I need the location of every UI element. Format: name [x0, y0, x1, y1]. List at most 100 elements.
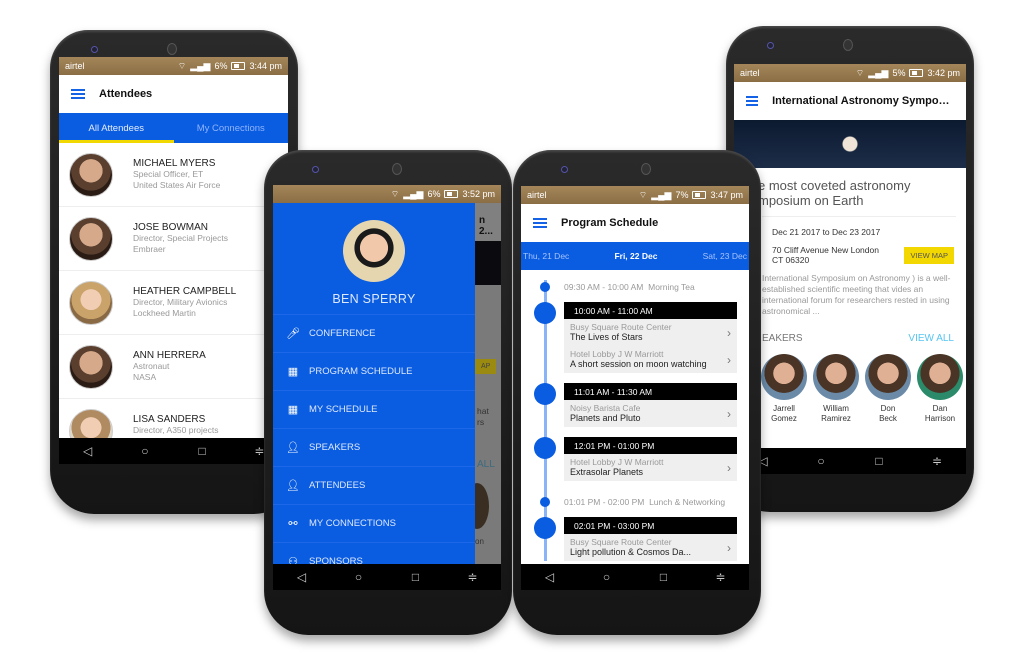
session-item[interactable]: Busy Square Route Center The Lives of Sta… — [564, 319, 737, 346]
battery-percent: 6% — [214, 61, 228, 71]
speaker-first-name: Jarrell — [773, 404, 795, 413]
break-item: 01:01 PM - 02:00 PM Lunch & Networking — [521, 491, 749, 513]
home-button[interactable]: ○ — [597, 570, 617, 584]
session-venue: Busy Square Route Center — [570, 322, 672, 332]
recents-button[interactable]: □ — [654, 570, 674, 584]
tab-sat-23-dec[interactable]: Sat, 23 Dec — [703, 251, 747, 261]
speaker-card[interactable]: Dan Harrison — [916, 354, 964, 424]
menu-icon[interactable] — [71, 89, 85, 99]
avatar — [69, 152, 113, 197]
list-item[interactable]: ANN HERRERA Astronaut NASA — [59, 335, 288, 399]
home-button[interactable]: ○ — [349, 570, 369, 584]
avatar — [69, 344, 113, 389]
user-name: BEN SPERRY — [332, 292, 416, 306]
menu-item-conference[interactable]: 🎤︎ CONFERENCE — [273, 315, 475, 353]
menu-icon[interactable] — [533, 218, 547, 228]
session-item[interactable]: Hotel Lobby J W Marriott A short session … — [564, 346, 737, 373]
view-map-button[interactable]: VIEW MAP — [904, 246, 954, 264]
speaker-card[interactable]: Don Beck — [864, 354, 912, 424]
clock: 3:52 pm — [462, 189, 495, 199]
list-item[interactable]: MICHAEL MYERS Special Officer, ET United S… — [59, 143, 288, 207]
menu-item-speakers[interactable]: 👤︎ SPEAKERS — [273, 429, 475, 467]
speaker-last-name: Ramirez — [821, 414, 851, 423]
speaker-last-name: Harrison — [924, 414, 956, 423]
status-bar: airtel ⌔ ▂▄▆ 7% 3:47 pm — [521, 186, 749, 204]
break-item: 09:30 AM - 10:00 AM Morning Tea — [521, 276, 749, 298]
recents-button[interactable]: □ — [406, 570, 426, 584]
menu-item-program-schedule[interactable]: ▦ PROGRAM SCHEDULE — [273, 353, 475, 391]
notifications-button[interactable]: ≑ — [463, 570, 483, 584]
view-all-link[interactable]: VIEW ALL — [908, 333, 954, 344]
behind-desc-2: rs — [477, 417, 485, 427]
menu-icon[interactable] — [746, 96, 759, 106]
front-camera-icon — [91, 46, 98, 53]
notifications-button[interactable]: ≑ — [927, 454, 947, 468]
behind-hero — [475, 241, 501, 285]
dimmed-background-screen[interactable]: n 2... AP hat rs ALL on — [465, 203, 501, 564]
home-button[interactable]: ○ — [811, 454, 831, 468]
back-button[interactable]: ◁ — [540, 570, 560, 584]
page-title: International Astronomy Symposium 2... — [772, 95, 954, 107]
screen-menu: ⌔ ▂▄▆ 6% 3:52 pm n 2... AP hat rs ALL on BE… — [273, 185, 501, 590]
avatar — [865, 354, 911, 400]
app-bar: Program Schedule — [521, 204, 749, 242]
user-avatar — [343, 220, 405, 282]
speaker-first-name: William — [823, 404, 849, 413]
clock: 3:47 pm — [710, 190, 743, 200]
session-item[interactable]: Hotel Lobby J W Marriott Extrasolar Plane… — [564, 454, 737, 481]
attendee-title: Astronaut — [133, 361, 170, 371]
wifi-icon: ⌔ — [390, 188, 400, 199]
avatar — [917, 354, 963, 400]
attendee-title: Director, A350 projects — [133, 425, 219, 435]
earpiece-icon — [167, 43, 177, 55]
session-item[interactable]: Noisy Barista Cafe Planets and Pluto › — [564, 400, 737, 427]
avatar — [69, 216, 113, 261]
date-tabs: Thu, 21 Dec Fri, 22 Dec Sat, 23 Dec — [521, 242, 749, 270]
schedule-timeline: 09:30 AM - 10:00 AM Morning Tea 10:00 AM… — [521, 270, 749, 561]
recents-button[interactable]: □ — [869, 454, 889, 468]
attendee-org: United States Air Force — [133, 180, 221, 190]
list-item[interactable]: JOSE BOWMAN Director, Special Projects Emb… — [59, 207, 288, 271]
calendar-icon: ▦ — [287, 404, 299, 416]
status-bar: airtel ⌔ ▂▄▆ 5% 3:42 pm — [734, 64, 966, 82]
behind-map-button: AP — [475, 359, 497, 374]
back-button[interactable]: ◁ — [292, 570, 312, 584]
speaker-card[interactable]: William Ramirez — [812, 354, 860, 424]
back-button[interactable]: ◁ — [78, 444, 98, 458]
phone-schedule: airtel ⌔ ▂▄▆ 7% 3:47 pm Program Schedule Th… — [513, 150, 761, 635]
tab-all-attendees[interactable]: All Attendees — [59, 113, 174, 143]
slot-time: 02:01 PM - 03:00 PM — [564, 517, 737, 534]
attendee-org: Embraer — [133, 244, 166, 254]
menu-item-attendees[interactable]: 👤︎ ATTENDEES — [273, 467, 475, 505]
attendee-list: MICHAEL MYERS Special Officer, ET United S… — [59, 143, 288, 463]
tab-thu-21-dec[interactable]: Thu, 21 Dec — [523, 251, 569, 261]
home-button[interactable]: ○ — [135, 444, 155, 458]
clock: 3:42 pm — [927, 68, 960, 78]
battery-icon — [909, 69, 924, 77]
timeline-dot-icon — [540, 282, 550, 292]
recents-button[interactable]: □ — [192, 444, 212, 458]
chevron-right-icon: › — [727, 460, 731, 475]
avatar — [69, 280, 113, 325]
speaker-first-name: Dan — [932, 404, 948, 413]
tab-my-connections[interactable]: My Connections — [174, 113, 289, 143]
attendee-name: MICHAEL MYERS — [133, 158, 216, 169]
page-title: Program Schedule — [561, 217, 659, 229]
menu-item-label: ATTENDEES — [309, 480, 366, 491]
tab-fri-22-dec[interactable]: Fri, 22 Dec — [614, 251, 657, 261]
menu-item-my-connections[interactable]: ⚯ MY CONNECTIONS — [273, 505, 475, 543]
speaker-card[interactable]: Jarrell Gomez — [760, 354, 808, 424]
person-icon: 👤︎ — [286, 442, 300, 454]
list-item[interactable]: HEATHER CAMPBELL Director, Military Avion… — [59, 271, 288, 335]
attendee-tabs: All Attendees My Connections — [59, 113, 288, 143]
battery-percent: 5% — [892, 68, 906, 78]
front-camera-icon — [312, 166, 319, 173]
session-item[interactable]: Busy Square Route Center Light pollution … — [564, 534, 737, 561]
phone-conference: airtel ⌔ ▂▄▆ 5% 3:42 pm International Astro… — [726, 26, 974, 512]
menu-item-my-schedule[interactable]: ▦ MY SCHEDULE — [273, 391, 475, 429]
break-label: Morning Tea — [648, 282, 695, 292]
microphone-icon: 🎤︎ — [286, 328, 300, 340]
screen-schedule: airtel ⌔ ▂▄▆ 7% 3:47 pm Program Schedule Th… — [521, 186, 749, 590]
notifications-button[interactable]: ≑ — [711, 570, 731, 584]
app-bar: International Astronomy Symposium 2... — [734, 82, 966, 120]
